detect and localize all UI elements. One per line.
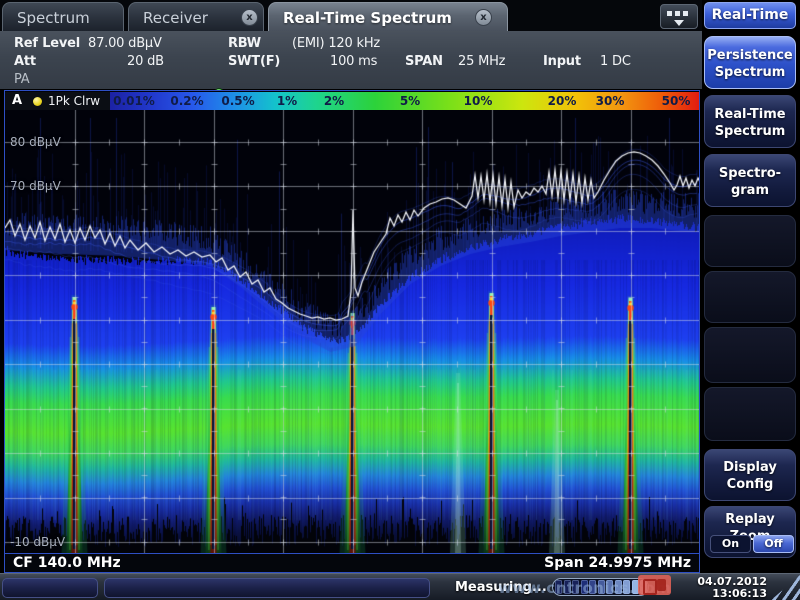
color-scale-gradient: 0.01% 0.2% 0.5% 1% 2% 5% 10% 20% 30% 50% — [110, 92, 699, 110]
progress-cell — [598, 580, 605, 594]
setting-value[interactable]: 25 MHz — [458, 54, 505, 69]
setting-label[interactable]: SWT(F) — [228, 54, 280, 69]
spectrum-display: A 1Pk Clrw 0.01% 0.2% 0.5% 1% 2% 5% 10% 20% 30% 5… — [4, 90, 700, 573]
span-value: Span 24.9975 MHz — [544, 555, 691, 571]
chevron-down-icon — [674, 20, 684, 26]
taskbar-window-button[interactable] — [2, 578, 98, 598]
softkey-empty-1 — [704, 215, 796, 267]
y-axis-label: 80 dBμV — [10, 135, 61, 149]
tab-receiver[interactable]: Receiver x — [128, 2, 264, 31]
softkey-empty-3 — [704, 327, 796, 383]
softkey-spectrogram[interactable]: Spectro-gram — [704, 154, 796, 207]
color-scale-percent-label: 0.01% — [113, 94, 155, 108]
softkey-persistence-spectrum[interactable]: PersistenceSpectrum — [704, 36, 796, 89]
progress-cell — [581, 580, 588, 594]
setting-label[interactable]: Att — [14, 54, 36, 69]
status-bar: Measuring... 04.07.2012 13:06:13 — [0, 573, 800, 600]
progress-cell — [615, 580, 622, 594]
progress-cell — [640, 580, 647, 594]
analyzer-screen: Spectrum Receiver x Real-Time Spectrum x… — [0, 0, 800, 600]
color-scale-percent-label: 10% — [464, 94, 493, 108]
replay-zoom-on-button[interactable]: On — [710, 535, 751, 553]
display-footer: CF 140.0 MHz Span 24.9975 MHz — [5, 553, 699, 572]
setting-value[interactable]: 1 DC — [600, 54, 631, 69]
trace-info: A 1Pk Clrw — [5, 92, 110, 110]
setting-value[interactable]: (EMI) 120 kHz — [292, 36, 380, 51]
trace-mode-label: 1Pk Clrw — [48, 94, 100, 108]
y-axis-label: 70 dBμV — [10, 179, 61, 193]
tab-receiver-label: Receiver — [143, 9, 208, 27]
setting-value[interactable]: 87.00 dBμV — [88, 36, 162, 51]
softkey-label: gram — [705, 182, 795, 199]
color-scale-percent-label: 50% — [662, 94, 691, 108]
color-scale-percent-label: 0.2% — [170, 94, 203, 108]
tab-spectrum-label: Spectrum — [17, 9, 90, 27]
softkey-label: Spectro- — [705, 165, 795, 182]
softkey-label: Real-Time — [705, 106, 795, 123]
window-badge: A — [12, 93, 22, 108]
center-frequency: CF 140.0 MHz — [13, 555, 121, 571]
color-scale-percent-label: 30% — [596, 94, 625, 108]
tab-real-time-spectrum-label: Real-Time Spectrum — [283, 9, 452, 27]
tab-real-time-spectrum[interactable]: Real-Time Spectrum x — [268, 2, 508, 31]
softkey-label: Spectrum — [705, 123, 795, 140]
color-scale-percent-label: 2% — [324, 94, 344, 108]
close-icon[interactable]: x — [241, 9, 258, 26]
resize-grip[interactable] — [770, 575, 800, 600]
progress-cell — [606, 580, 613, 594]
softkey-label: Spectrum — [705, 64, 795, 81]
persistence-plot: 80 dBμV 70 dBμV -10 dBμV — [5, 110, 699, 553]
softkey-label: Display — [705, 459, 795, 476]
progress-cell — [623, 580, 630, 594]
color-scale-percent-label: 1% — [277, 94, 297, 108]
measurement-progress-bar — [552, 578, 649, 596]
setting-value[interactable]: 100 ms — [330, 54, 377, 69]
setting-value[interactable]: 20 dB — [127, 54, 164, 69]
replay-zoom-off-button[interactable]: Off — [753, 535, 794, 553]
softkey-empty-4 — [704, 387, 796, 441]
setting-label[interactable]: SPAN — [405, 54, 443, 69]
softkey-label: Persistence — [705, 47, 795, 64]
close-icon[interactable]: x — [475, 9, 492, 26]
color-scale-percent-label: 20% — [548, 94, 577, 108]
taskbar-window-button[interactable] — [104, 578, 430, 598]
measurement-status: Measuring... — [455, 580, 547, 595]
progress-cell — [589, 580, 596, 594]
window-list-button[interactable] — [660, 4, 698, 29]
progress-cell — [555, 580, 562, 594]
y-axis-label: -10 dBμV — [10, 535, 65, 549]
tab-bar: Spectrum Receiver x Real-Time Spectrum x — [0, 0, 702, 31]
color-scale-percent-label: 5% — [400, 94, 420, 108]
setting-label[interactable]: RBW — [228, 36, 261, 51]
window-list-icon — [675, 11, 680, 16]
window-list-icon — [683, 11, 688, 16]
progress-cell — [572, 580, 579, 594]
softkey-real-time-spectrum[interactable]: Real-TimeSpectrum — [704, 95, 796, 148]
time-label: 13:06:13 — [697, 588, 767, 600]
setting-label[interactable]: Ref Level — [14, 36, 80, 51]
progress-cell — [632, 580, 639, 594]
softkey-label: Replay — [705, 511, 795, 528]
softkey-replay-zoom[interactable]: Replay Zoom On Off — [704, 506, 796, 558]
softkey-menu-title: Real-Time — [704, 2, 796, 29]
softkey-label: Config — [705, 476, 795, 493]
setting-value[interactable]: PA — [14, 72, 30, 87]
date-time: 04.07.2012 13:06:13 — [697, 576, 767, 600]
softkey-sidebar: Real-Time PersistenceSpectrumReal-TimeSp… — [702, 0, 800, 573]
softkey-empty-2 — [704, 271, 796, 323]
persistence-canvas[interactable] — [5, 110, 699, 553]
settings-header: Ref Level 87.00 dBμV RBW (EMI) 120 kHz Att 20… — [0, 31, 702, 89]
tab-spectrum[interactable]: Spectrum — [2, 2, 124, 31]
trace-color-icon — [33, 97, 42, 106]
progress-cell — [564, 580, 571, 594]
window-list-icon — [667, 11, 672, 16]
color-scale-percent-label: 0.5% — [221, 94, 254, 108]
setting-label[interactable]: Input — [543, 54, 581, 69]
persistence-color-scale: A 1Pk Clrw 0.01% 0.2% 0.5% 1% 2% 5% 10% 20% 30% 5… — [5, 92, 699, 110]
softkey-display-config[interactable]: DisplayConfig — [704, 449, 796, 501]
